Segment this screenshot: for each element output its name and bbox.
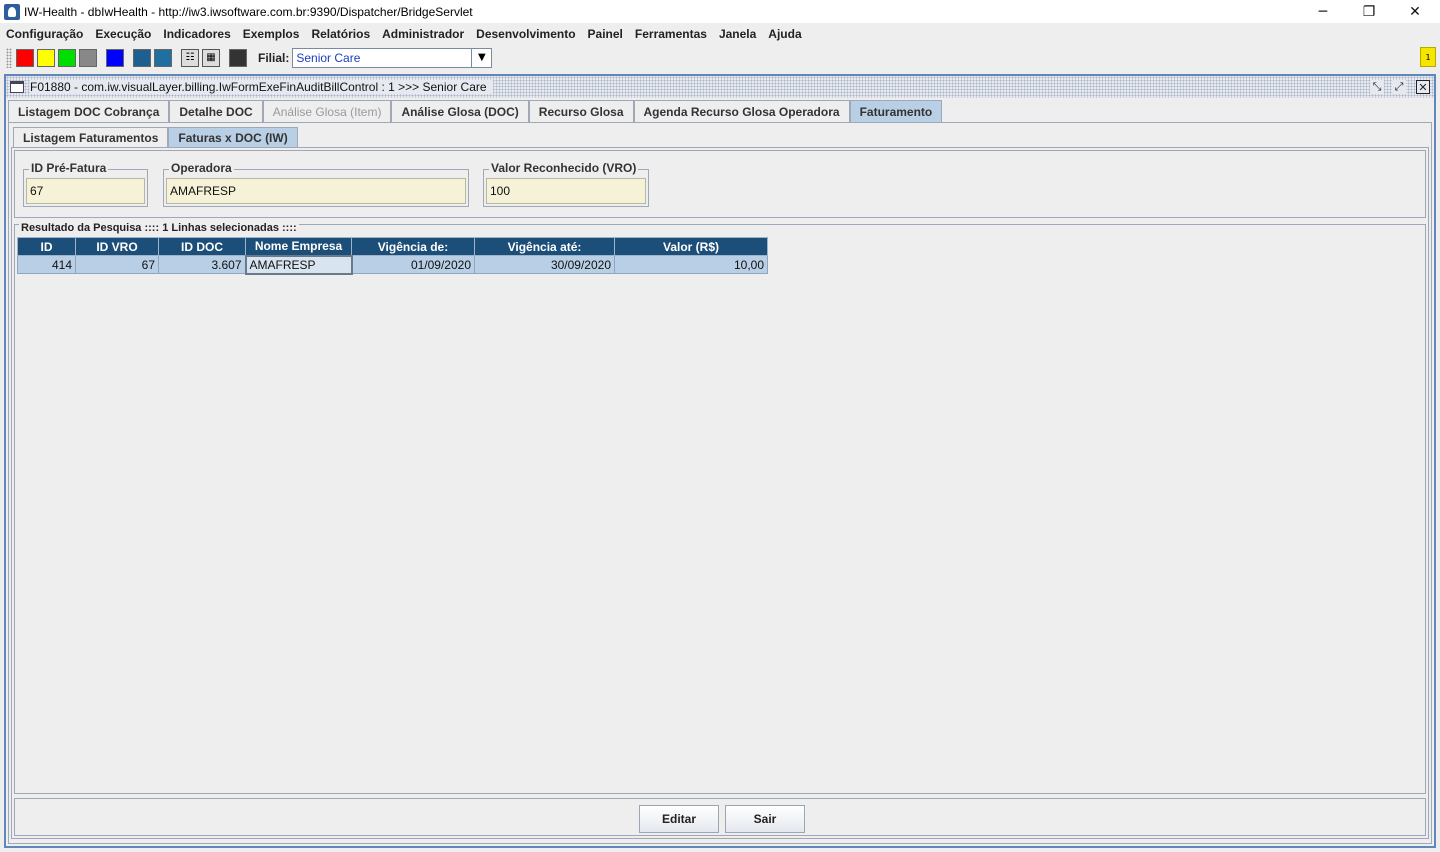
column-header-id-vro[interactable]: ID VRO (75, 237, 159, 256)
menu-janela[interactable]: Janela (713, 27, 762, 41)
menu-relatorios[interactable]: Relatórios (305, 27, 376, 41)
table-header-row: ID ID VRO ID DOC Nome Empresa Vigência d… (17, 237, 768, 256)
menu-desenvolvimento[interactable]: Desenvolvimento (470, 27, 581, 41)
menu-exemplos[interactable]: Exemplos (237, 27, 306, 41)
id-pre-fatura-group: ID Pré-Fatura 67 (23, 161, 148, 207)
valor-reconhecido-group: Valor Reconhecido (VRO) 100 (483, 161, 649, 207)
close-icon[interactable]: ✕ (1392, 0, 1438, 23)
results-panel: Resultado da Pesquisa :::: 1 Linhas sele… (14, 222, 1426, 794)
calendar-icon[interactable]: ▦ (202, 48, 220, 67)
operadora-label: Operadora (169, 161, 234, 175)
cell-valor[interactable]: 10,00 (614, 255, 768, 274)
iconify-icon[interactable]: ⤡ (1370, 80, 1384, 94)
menu-painel[interactable]: Painel (582, 27, 629, 41)
tab-faturamento[interactable]: Faturamento (849, 100, 943, 122)
toolbar-grip-icon[interactable] (6, 47, 12, 68)
color-swatch-green[interactable] (58, 48, 76, 67)
internal-frame: F01880 - com.iw.visualLayer.billing.IwFo… (4, 74, 1436, 848)
results-table: ID ID VRO ID DOC Nome Empresa Vigência d… (17, 237, 768, 275)
menu-configuracao[interactable]: Configuração (0, 27, 89, 41)
button-bar: Editar Sair (14, 798, 1426, 836)
main-tab-bar: Listagem DOC Cobrança Detalhe DOC Anális… (8, 100, 943, 122)
chevron-down-icon[interactable]: ▼ (471, 48, 491, 67)
tab-recurso-glosa[interactable]: Recurso Glosa (528, 100, 634, 122)
window-title-bar: IW-Health - dbIwHealth - http://iw3.iwso… (0, 0, 1440, 23)
frame-title: F01880 - com.iw.visualLayer.billing.IwFo… (30, 80, 493, 94)
cell-id[interactable]: 414 (17, 255, 76, 274)
cell-vigencia-ate[interactable]: 30/09/2020 (474, 255, 615, 274)
window-title: IW-Health - dbIwHealth - http://iw3.iwso… (24, 4, 473, 19)
cell-nome-empresa[interactable]: AMAFRESP (244, 254, 353, 275)
results-legend: Resultado da Pesquisa :::: 1 Linhas sele… (19, 222, 299, 234)
filial-select[interactable]: Senior Care ▼ (292, 47, 493, 68)
menu-bar: Configuração Execução Indicadores Exempl… (0, 23, 1440, 45)
maximize-icon[interactable]: ⤢ (1392, 80, 1406, 94)
operadora-field[interactable]: AMAFRESP (166, 178, 466, 204)
window-icon (10, 81, 24, 93)
tab-listagem-faturamentos[interactable]: Listagem Faturamentos (13, 127, 169, 147)
tab-analise-glosa-doc[interactable]: Análise Glosa (DOC) (391, 100, 529, 122)
filial-selected-value: Senior Care (296, 50, 361, 65)
sub-tab-panel: ID Pré-Fatura 67 Operadora AMAFRESP Valo… (11, 147, 1429, 839)
id-pre-fatura-field[interactable]: 67 (26, 178, 145, 204)
tree-view-icon[interactable]: ☷ (181, 48, 199, 67)
color-swatch-yellow[interactable] (37, 48, 55, 67)
menu-administrador[interactable]: Administrador (376, 27, 470, 41)
column-header-id[interactable]: ID (17, 237, 76, 256)
tab-faturas-x-doc[interactable]: Faturas x DOC (IW) (168, 127, 298, 147)
column-header-id-doc[interactable]: ID DOC (158, 237, 246, 256)
color-swatch-dark-teal[interactable] (133, 48, 151, 67)
filter-fields-panel: ID Pré-Fatura 67 Operadora AMAFRESP Valo… (14, 150, 1426, 218)
operadora-group: Operadora AMAFRESP (163, 161, 469, 207)
valor-reconhecido-field[interactable]: 100 (486, 178, 646, 204)
menu-ferramentas[interactable]: Ferramentas (629, 27, 713, 41)
column-header-nome-empresa[interactable]: Nome Empresa (245, 237, 352, 256)
main-tab-panel: Listagem Faturamentos Faturas x DOC (IW)… (8, 122, 1432, 844)
menu-indicadores[interactable]: Indicadores (157, 27, 236, 41)
toolbar: ☷ ▦ Filial: Senior Care ▼ 1 (0, 45, 1440, 70)
sub-tab-bar: Listagem Faturamentos Faturas x DOC (IW) (13, 127, 298, 147)
valor-reconhecido-label: Valor Reconhecido (VRO) (489, 161, 639, 175)
column-header-valor[interactable]: Valor (R$) (614, 237, 768, 256)
cell-id-doc[interactable]: 3.607 (158, 255, 246, 274)
column-header-vigencia-ate[interactable]: Vigência até: (474, 237, 615, 256)
tab-detalhe-doc[interactable]: Detalhe DOC (169, 100, 263, 122)
filial-label: Filial: (258, 50, 290, 65)
column-header-vigencia-de[interactable]: Vigência de: (351, 237, 475, 256)
maximize-icon[interactable]: ❐ (1346, 0, 1392, 23)
cell-id-vro[interactable]: 67 (75, 255, 159, 274)
color-swatch-black[interactable] (229, 48, 247, 67)
id-pre-fatura-label: ID Pré-Fatura (29, 161, 109, 175)
tab-analise-glosa-item[interactable]: Análise Glosa (Item) (262, 100, 392, 122)
menu-ajuda[interactable]: Ajuda (762, 27, 807, 41)
cell-vigencia-de[interactable]: 01/09/2020 (351, 255, 475, 274)
editar-button[interactable]: Editar (639, 805, 719, 833)
color-swatch-blue[interactable] (106, 48, 124, 67)
frame-title-bar[interactable]: F01880 - com.iw.visualLayer.billing.IwFo… (6, 76, 1434, 98)
notification-badge[interactable]: 1 (1420, 47, 1436, 67)
menu-execucao[interactable]: Execução (89, 27, 157, 41)
table-row[interactable]: 414 67 3.607 AMAFRESP 01/09/2020 30/09/2… (17, 254, 768, 275)
app-icon (4, 3, 20, 20)
close-icon[interactable]: ✕ (1416, 80, 1430, 94)
minimize-icon[interactable]: ─ (1300, 0, 1346, 23)
tab-agenda-recurso-glosa-operadora[interactable]: Agenda Recurso Glosa Operadora (633, 100, 850, 122)
sair-button[interactable]: Sair (725, 805, 805, 833)
color-swatch-teal[interactable] (154, 48, 172, 67)
color-swatch-red[interactable] (16, 48, 34, 67)
tab-listagem-doc-cobranca[interactable]: Listagem DOC Cobrança (8, 100, 170, 122)
color-swatch-gray[interactable] (79, 48, 97, 67)
